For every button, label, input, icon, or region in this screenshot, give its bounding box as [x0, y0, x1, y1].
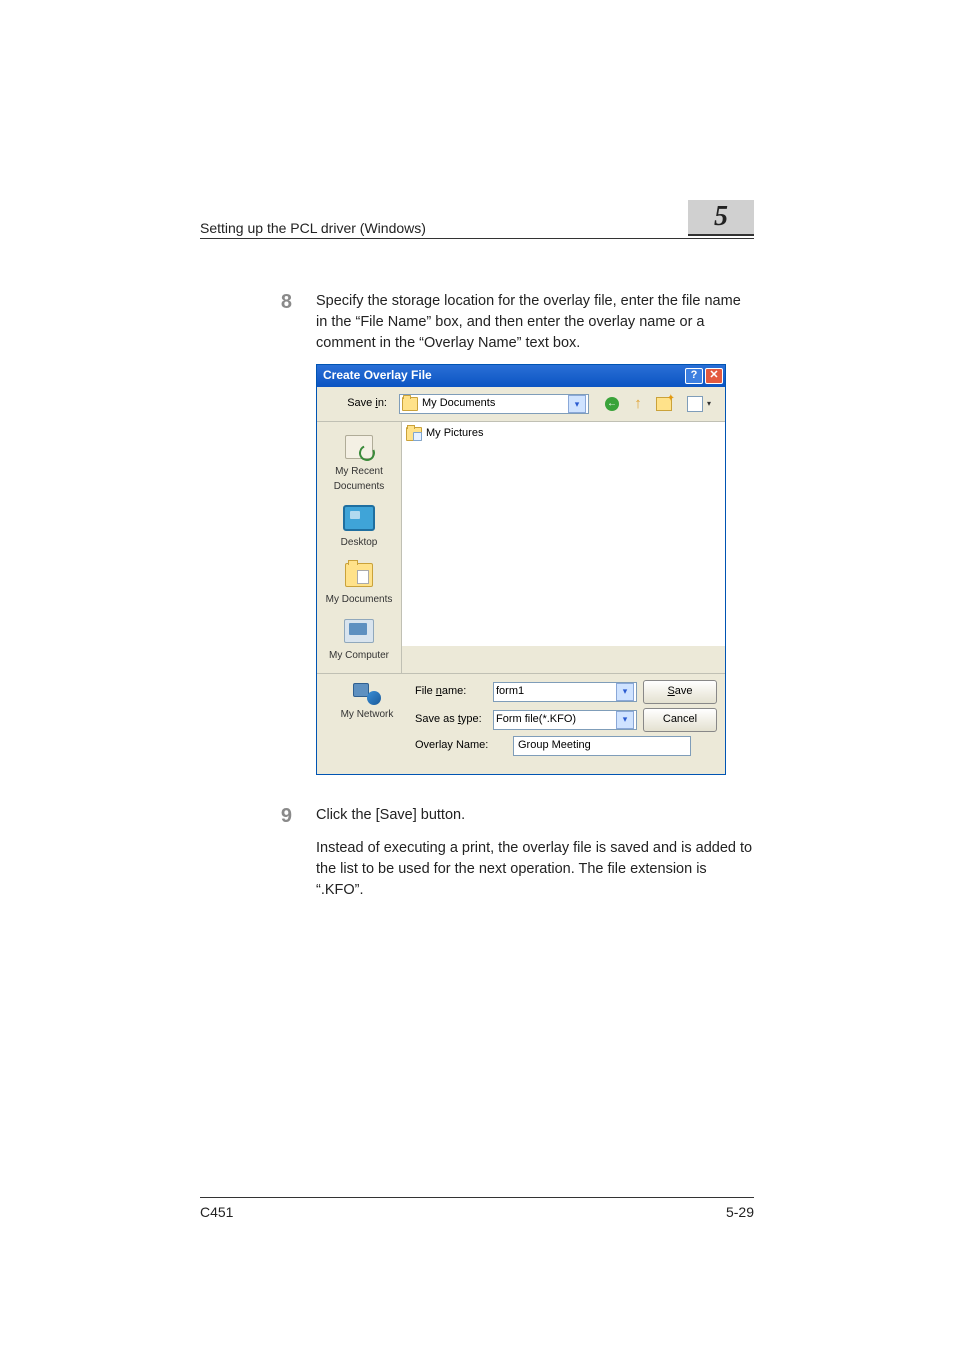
overlay-name-label: Overlay Name:	[415, 738, 507, 754]
dialog-close-button[interactable]: ✕	[705, 368, 723, 384]
file-name-label: File name:	[415, 684, 487, 700]
picture-folder-icon	[406, 427, 422, 441]
save-in-value: My Documents	[422, 396, 495, 412]
back-arrow-icon: ←	[605, 397, 619, 411]
create-new-folder-button[interactable]	[653, 393, 675, 415]
places-label: My Computer	[329, 649, 389, 664]
my-documents-icon	[345, 563, 373, 587]
dialog-help-button[interactable]: ?	[685, 368, 703, 384]
save-in-dropdown[interactable]: My Documents ▾	[399, 394, 589, 414]
footer-page-number: 5-29	[726, 1204, 754, 1220]
save-as-type-dropdown[interactable]: Form file(*.KFO) ▾	[493, 710, 637, 730]
file-list-pane[interactable]: My Pictures	[402, 422, 725, 646]
places-my-recent-documents[interactable]: My Recent Documents	[317, 428, 401, 497]
back-button[interactable]: ←	[601, 393, 623, 415]
step-9-subtext: Instead of executing a print, the overla…	[316, 838, 754, 901]
places-my-network[interactable]: My Network	[341, 680, 394, 723]
step-8-number: 8	[274, 291, 292, 354]
overlay-name-input[interactable]: Group Meeting	[513, 736, 691, 756]
list-item[interactable]: My Pictures	[406, 426, 721, 442]
chapter-number-box: 5	[688, 200, 754, 236]
step-9-text: Click the [Save] button.	[316, 805, 754, 828]
save-in-label: Save in:	[325, 396, 393, 412]
save-button[interactable]: Save	[643, 680, 717, 704]
up-arrow-icon: ↑	[634, 393, 642, 415]
overlay-name-value: Group Meeting	[518, 738, 591, 754]
chevron-down-icon[interactable]: ▾	[616, 711, 634, 729]
dialog-titlebar[interactable]: Create Overlay File ? ✕	[317, 365, 725, 387]
places-label: Desktop	[341, 536, 378, 551]
new-folder-icon	[656, 397, 672, 411]
places-my-computer[interactable]: My Computer	[329, 612, 389, 667]
places-my-documents[interactable]: My Documents	[326, 556, 393, 611]
footer-model: C451	[200, 1204, 233, 1220]
page-header-title: Setting up the PCL driver (Windows)	[200, 220, 426, 236]
folder-icon	[402, 397, 418, 411]
list-item-label: My Pictures	[426, 426, 483, 442]
file-name-input[interactable]: form1 ▾	[493, 682, 637, 702]
save-as-type-label: Save as type:	[415, 712, 487, 728]
step-9-number: 9	[274, 805, 292, 828]
file-name-value: form1	[496, 684, 524, 700]
view-menu-button[interactable]	[679, 393, 711, 415]
create-overlay-file-dialog: Create Overlay File ? ✕ Save in: My Docu…	[316, 364, 726, 775]
places-label: My Recent Documents	[317, 465, 401, 494]
chevron-down-icon[interactable]: ▾	[568, 395, 586, 413]
places-bar: My Recent Documents Desktop My Documents	[317, 422, 402, 673]
chevron-down-icon[interactable]: ▾	[616, 683, 634, 701]
my-network-icon	[353, 681, 381, 705]
up-one-level-button[interactable]: ↑	[627, 393, 649, 415]
my-computer-icon	[344, 619, 374, 643]
dialog-title: Create Overlay File	[323, 367, 432, 384]
places-label: My Network	[341, 708, 394, 723]
recent-documents-icon	[345, 435, 373, 459]
view-menu-icon	[687, 396, 703, 412]
cancel-button[interactable]: Cancel	[643, 708, 717, 732]
places-desktop[interactable]: Desktop	[341, 499, 378, 554]
desktop-icon	[343, 505, 375, 531]
save-as-type-value: Form file(*.KFO)	[496, 712, 576, 728]
places-label: My Documents	[326, 593, 393, 608]
chapter-number: 5	[714, 201, 728, 233]
step-8-text: Specify the storage location for the ove…	[316, 291, 754, 354]
